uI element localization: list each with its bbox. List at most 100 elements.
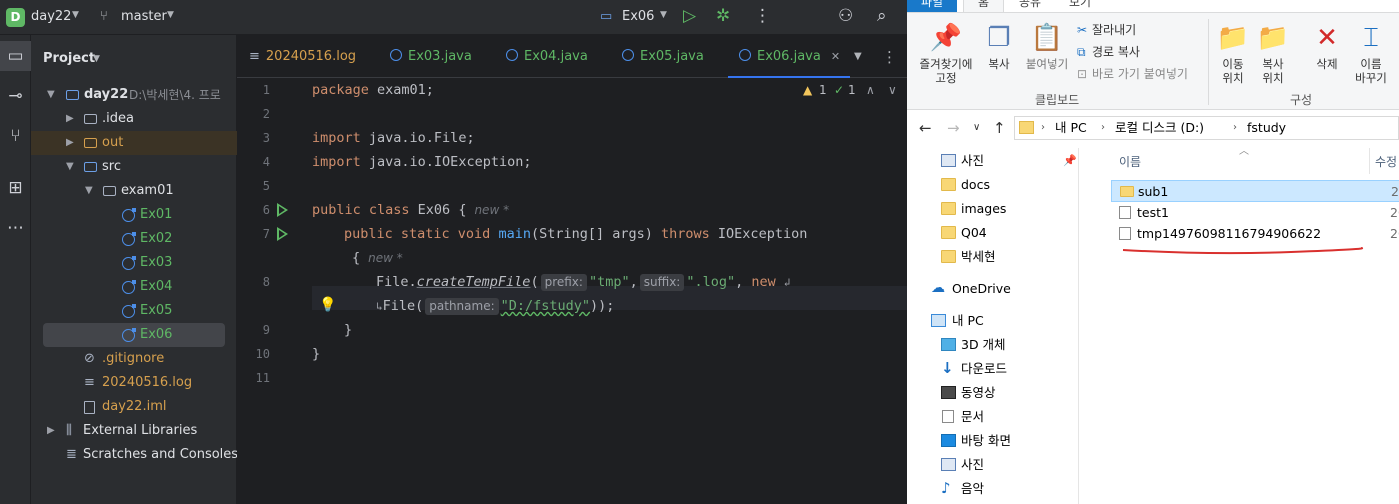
nav-item-folder[interactable]: 박세현 [907, 245, 1079, 269]
tree-item-libraries[interactable]: ▶ ⫼ External Libraries [31, 419, 237, 443]
copy-path-button[interactable]: ⧉ 경로 복사 [1077, 43, 1140, 60]
more-icon[interactable]: ⋮ [882, 35, 897, 78]
file-row[interactable]: tmp14976098116794906622 2024 [1111, 223, 1399, 245]
debug-icon[interactable]: ✲ [716, 6, 730, 26]
tab-log[interactable]: ≡ 20240516.log [249, 35, 356, 78]
tab-ex03[interactable]: Ex03.java [390, 35, 472, 78]
up-icon[interactable]: ↑ [993, 119, 1006, 137]
nav-item-folder[interactable]: docs [907, 173, 1079, 197]
chevron-right-icon[interactable]: › [1041, 117, 1045, 139]
tree-item-file[interactable]: day22.iml [31, 395, 237, 419]
nav-item-folder[interactable]: Q04 [907, 221, 1079, 245]
tree-item-file[interactable]: ≡ 20240516.log [31, 371, 237, 395]
breadcrumb[interactable]: 로컬 디스크 (D:) [1115, 117, 1204, 139]
project-name[interactable]: day22 [31, 9, 71, 24]
nav-item-onedrive[interactable]: ☁ OneDrive [907, 277, 1079, 301]
back-icon[interactable]: ← [919, 119, 932, 137]
project-panel: Project ▼ ▼ day22 D:\박세현\4. 프로 ▶ .idea ▶… [31, 35, 238, 504]
cut-button[interactable]: ✂ 잘라내기 [1077, 21, 1136, 38]
structure-icon[interactable]: ⊞ [0, 173, 31, 203]
column-header-modified[interactable]: 수정 [1375, 153, 1397, 170]
nav-item-desktop[interactable]: 바탕 화면 [907, 429, 1079, 453]
class-icon [390, 49, 402, 61]
nav-item-this-pc[interactable]: 내 PC [907, 309, 1079, 333]
tree-item-file[interactable]: ⊘ .gitignore [31, 347, 237, 371]
tab-home[interactable]: 홈 [963, 0, 1005, 12]
file-row[interactable]: test1 2024 [1111, 202, 1399, 224]
nav-item-pictures-quick[interactable]: 사진 📌 [907, 149, 1079, 173]
project-badge[interactable]: D [6, 8, 25, 27]
tree-item-folder[interactable]: ▶ .idea [31, 107, 237, 131]
pin-to-quick-access-button[interactable]: 📌 즐겨찾기에 고정 [911, 23, 981, 85]
tab-ex05[interactable]: Ex05.java [622, 35, 704, 78]
chevron-right-icon[interactable]: › [1233, 117, 1237, 139]
tree-item-class[interactable]: Ex02 [31, 227, 237, 251]
nav-item-downloads[interactable]: ↓ 다운로드 [907, 357, 1079, 381]
close-icon[interactable]: ✕ [831, 50, 840, 63]
run-main-icon[interactable] [277, 227, 288, 241]
git-branches-icon[interactable]: ⑂ [0, 121, 31, 151]
more-icon[interactable]: ⋮ [754, 6, 771, 26]
tree-item-class[interactable]: Ex05 [31, 299, 237, 323]
tab-ex04[interactable]: Ex04.java [506, 35, 588, 78]
tab-share[interactable]: 공유 [1005, 0, 1055, 12]
copy-button[interactable]: ❐ 복사 [985, 23, 1013, 71]
nav-item-3d[interactable]: 3D 개체 [907, 333, 1079, 357]
search-icon[interactable]: ⌕ [877, 6, 887, 26]
code-area[interactable]: package exam01; import java.io.File; imp… [312, 78, 907, 504]
nav-item-pictures[interactable]: 사진 [907, 453, 1079, 477]
chevron-down-icon[interactable]: ▼ [47, 83, 55, 107]
file-row-selected[interactable]: sub1 2024 [1111, 180, 1399, 202]
tree-item-package[interactable]: ▼ exam01 [31, 179, 237, 203]
branch-name[interactable]: master [121, 9, 167, 24]
rename-button[interactable]: ⌶ 이름 바꾸기 [1351, 23, 1391, 85]
tab-view[interactable]: 보기 [1055, 0, 1105, 12]
delete-button[interactable]: ✕ 삭제 [1311, 23, 1343, 71]
column-header-name[interactable]: 이름 [1119, 153, 1141, 170]
chevron-right-icon[interactable]: ▶ [66, 131, 74, 155]
tree-item-class-selected[interactable]: Ex06 [43, 323, 225, 347]
run-config-name[interactable]: Ex06 [622, 9, 654, 24]
address-bar[interactable]: › 내 PC › 로컬 디스크 (D:) › fstudy [1014, 116, 1399, 140]
add-user-icon[interactable]: ⚇ [838, 6, 853, 26]
panel-title[interactable]: Project [43, 51, 95, 66]
chevron-down-icon[interactable]: ▼ [66, 155, 74, 179]
tree-item-folder[interactable]: ▶ out [31, 131, 237, 155]
tree-item-class[interactable]: Ex01 [31, 203, 237, 227]
nav-item-folder[interactable]: images [907, 197, 1079, 221]
tree-item-folder[interactable]: ▼ src [31, 155, 237, 179]
paste-button[interactable]: 📋 붙여넣기 [1019, 23, 1075, 71]
tab-file[interactable]: 파일 [907, 0, 958, 12]
chevron-down-icon[interactable]: ▼ [167, 10, 174, 20]
run-class-icon[interactable] [277, 203, 288, 217]
chevron-down-icon[interactable]: ▼ [72, 10, 79, 20]
tree-item-class[interactable]: Ex04 [31, 275, 237, 299]
forward-icon[interactable]: → [947, 119, 960, 137]
chevron-down-icon[interactable]: ▼ [854, 35, 862, 78]
column-divider[interactable] [1369, 148, 1370, 174]
tree-item-class[interactable]: Ex03 [31, 251, 237, 275]
project-tool-icon[interactable]: ▭ [0, 41, 31, 71]
tree-item-module[interactable]: ▼ day22 D:\박세현\4. 프로 [31, 83, 237, 107]
tree-item-scratches[interactable]: ≣ Scratches and Consoles [31, 443, 238, 467]
chevron-down-icon[interactable]: ▼ [85, 179, 93, 203]
paste-shortcut-button[interactable]: ⊡ 바로 가기 붙여넣기 [1077, 65, 1188, 82]
chevron-down-icon[interactable]: ∨ [973, 122, 980, 133]
chevron-right-icon[interactable]: ▶ [47, 419, 55, 443]
more-tools-icon[interactable]: ⋯ [0, 213, 31, 243]
copy-to-button[interactable]: 📁 복사 위치 [1256, 23, 1290, 85]
chevron-right-icon[interactable]: › [1101, 117, 1105, 139]
nav-item-videos[interactable]: 동영상 [907, 381, 1079, 405]
nav-item-documents[interactable]: 문서 [907, 405, 1079, 429]
pin-icon[interactable]: 📌 [1063, 149, 1077, 173]
breadcrumb[interactable]: fstudy [1247, 117, 1286, 139]
chevron-down-icon[interactable]: ▼ [93, 54, 100, 64]
nav-item-music[interactable]: ♪ 음악 [907, 477, 1079, 501]
move-to-button[interactable]: 📁 이동 위치 [1216, 23, 1250, 85]
breadcrumb[interactable]: 내 PC [1055, 117, 1087, 139]
chevron-right-icon[interactable]: ▶ [66, 107, 74, 131]
chevron-down-icon[interactable]: ▼ [660, 10, 667, 20]
run-icon[interactable]: ▷ [683, 6, 696, 26]
tab-ex06[interactable]: Ex06.java ✕ [728, 35, 851, 78]
commit-icon[interactable]: ⊸ [0, 81, 31, 111]
